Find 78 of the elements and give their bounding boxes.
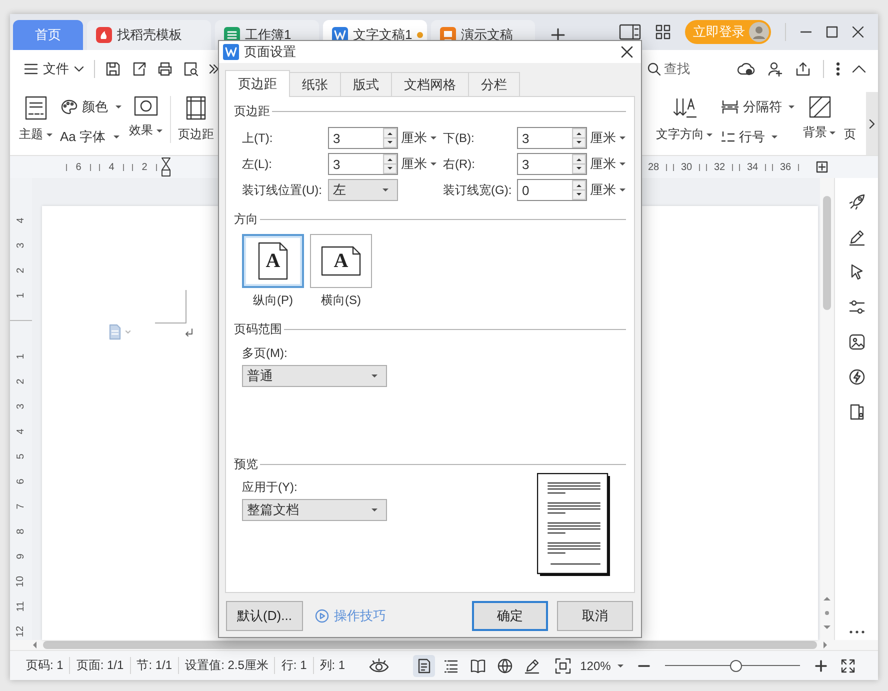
number-field[interactable]: 3 — [517, 127, 587, 149]
section-heading: 页边距 — [234, 102, 270, 120]
ruler-number: 10 — [16, 576, 26, 588]
unit-dropdown[interactable]: 厘米 — [587, 129, 625, 147]
status-text: 行: 1 — [274, 657, 313, 674]
ruler-number: 9 — [16, 554, 26, 560]
field-label: 左(L): — [242, 156, 273, 172]
field-label: 装订线宽(G): — [443, 182, 513, 198]
section-heading: 方向 — [234, 210, 258, 228]
ruler-number: 8 — [16, 528, 26, 534]
status-text: 页码: 1 — [25, 657, 64, 674]
field-label: 右(R): — [443, 156, 476, 172]
ruler-number: 3 — [16, 404, 26, 410]
line-number-button[interactable]: 行号 — [721, 128, 795, 146]
unit-dropdown[interactable]: 厘米 — [587, 155, 625, 173]
document-tab[interactable]: 找稻壳模板 — [87, 20, 211, 50]
unit-dropdown[interactable]: 厘米 — [587, 181, 625, 199]
ruler-number: 32 — [714, 162, 726, 172]
orientation-label[interactable]: 纵向(P) — [253, 292, 293, 309]
field-label: 应用于(Y): — [242, 479, 298, 496]
field-label: 上(T): — [242, 130, 274, 146]
search-field[interactable]: 查找 — [647, 60, 727, 78]
ruler-number: 2 — [142, 162, 148, 172]
section-heading: 页码范围 — [234, 320, 282, 338]
ruler-number: 6 — [16, 478, 26, 484]
dropdown[interactable]: 普通 — [242, 365, 387, 387]
ruler-number: 7 — [16, 504, 26, 510]
number-field[interactable]: 3 — [517, 153, 587, 175]
field-label: 下(B): — [443, 130, 476, 146]
page-button[interactable]: 页 — [844, 92, 856, 155]
field-label: 多页(M): — [242, 345, 288, 362]
status-text: 页面: 1/1 — [69, 657, 130, 674]
ruler-number: 11 — [16, 601, 26, 612]
theme-button[interactable]: 主题 — [19, 92, 53, 155]
dropdown[interactable]: 整篇文档 — [242, 499, 387, 521]
status-text: 列: 1 — [312, 657, 352, 674]
ruler-number: 4 — [16, 218, 26, 224]
ruler-number: 28 — [648, 162, 660, 172]
ruler-number: 6 — [76, 162, 82, 172]
color-button[interactable]: 颜色 — [60, 98, 122, 116]
number-field[interactable]: 3 — [328, 153, 398, 175]
effect-button[interactable]: 效果 — [129, 92, 163, 155]
ruler-number: 2 — [16, 268, 26, 274]
dropdown[interactable]: 左 — [328, 179, 398, 201]
ruler-number: 4 — [16, 428, 26, 434]
font-button[interactable]: Aa 字体 — [60, 128, 122, 146]
status-text: 设置值: 2.5厘米 — [178, 657, 274, 674]
unit-dropdown[interactable]: 厘米 — [398, 155, 443, 173]
status-text: 节: 1/1 — [130, 657, 178, 674]
margins-button[interactable]: 页边距 — [178, 92, 214, 155]
cancel-button[interactable]: 取消 — [557, 601, 633, 631]
orientation-label[interactable]: 横向(S) — [321, 292, 361, 309]
ruler-number: 30 — [680, 162, 692, 172]
ok-button[interactable]: 确定 — [472, 601, 548, 631]
field-label: 装订线位置(U): — [242, 182, 323, 198]
orientation-option[interactable]: A — [310, 234, 372, 288]
ruler-number: 1 — [16, 354, 26, 360]
zoom-value[interactable]: 120% — [580, 658, 611, 672]
orientation-option[interactable]: A — [242, 234, 304, 288]
ruler-number: 1 — [16, 292, 26, 298]
unit-dropdown[interactable]: 厘米 — [398, 129, 443, 147]
separator-button[interactable]: 分隔符 — [721, 98, 795, 116]
file-menu[interactable]: 文件 — [24, 60, 84, 78]
ruler-number: 36 — [780, 162, 792, 172]
text-direction-button[interactable]: 文字方向 — [656, 92, 713, 155]
ruler-number: 2 — [16, 378, 26, 384]
ruler-number: 3 — [16, 242, 26, 248]
number-field[interactable]: 0 — [517, 179, 587, 201]
dialog-tab[interactable]: 页边距 — [225, 70, 290, 97]
default-button[interactable]: 默认(D)... — [226, 601, 303, 631]
ruler-number: 5 — [16, 454, 26, 460]
ruler-number: 12 — [16, 626, 26, 638]
section-heading: 预览 — [234, 456, 258, 472]
dialog-tab[interactable]: 分栏 — [468, 72, 520, 96]
background-button[interactable]: 背景 — [803, 92, 836, 155]
ruler-number: 4 — [108, 162, 114, 172]
number-field[interactable]: 3 — [328, 127, 398, 149]
ruler-number: 34 — [746, 162, 758, 172]
